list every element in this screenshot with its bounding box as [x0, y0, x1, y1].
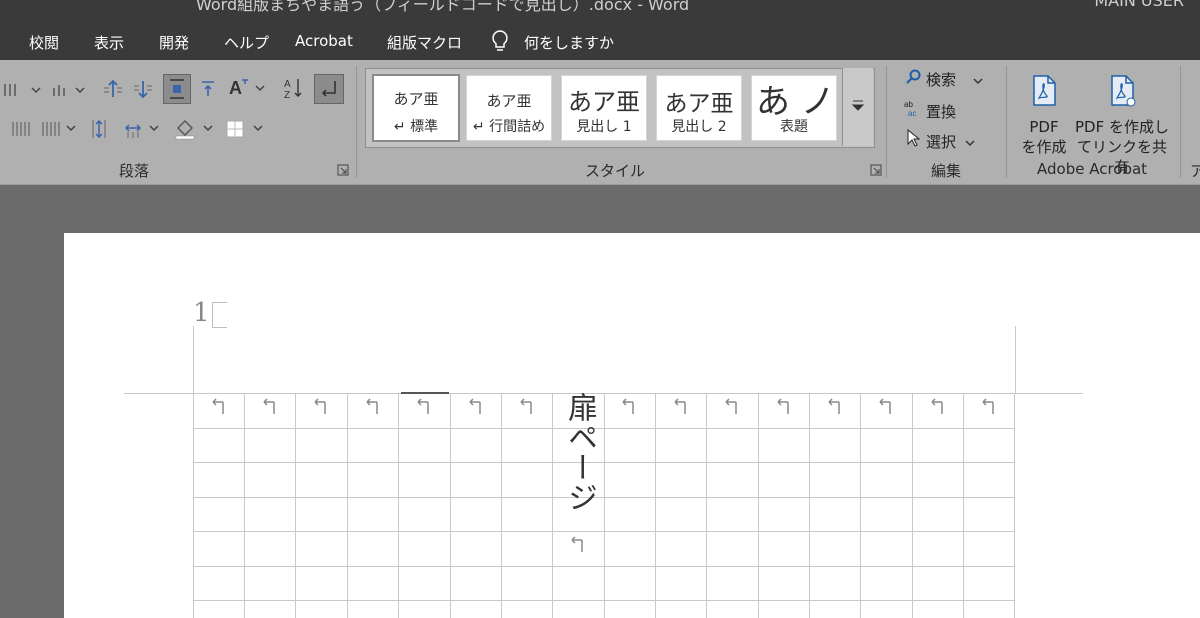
window-title: Word組版まちやま語う（フィールドコードで見出し）.docx - Word: [196, 0, 690, 14]
shading-icon[interactable]: [174, 118, 218, 140]
style-no-spacing[interactable]: あア亜 ↵ 行間詰め: [466, 75, 552, 141]
borders-icon[interactable]: [224, 118, 268, 140]
indent-icon[interactable]: [122, 118, 164, 140]
tab-typesetting-macro[interactable]: 組版マクロ: [387, 32, 462, 53]
line-spacing-down-icon[interactable]: [132, 78, 154, 100]
paragraph-mark-icon: [417, 398, 429, 414]
paragraph-mark-icon: [879, 398, 891, 414]
find-label: 検索: [926, 71, 957, 89]
svg-text:ac: ac: [908, 109, 916, 117]
paragraph-mark-icon: [931, 398, 943, 414]
paragraph-mark-icon: [674, 398, 686, 414]
group-label-overflow: ア: [1190, 162, 1200, 180]
style-name: 表題: [780, 119, 808, 135]
share-pdf-label-1: PDF を作成し: [1075, 118, 1169, 136]
group-separator: [356, 66, 357, 178]
replace-icon: ab ac: [904, 99, 922, 121]
sort-icon[interactable]: AZ: [283, 76, 305, 100]
tab-review[interactable]: 校閲: [29, 32, 59, 53]
chevron-down-icon[interactable]: [965, 133, 975, 151]
paragraph-mark-icon: [571, 536, 583, 552]
align-top-icon[interactable]: [198, 78, 218, 100]
paragraph-mark-icon: [777, 398, 789, 414]
ribbon-tabs: 校閲 表示 開発 ヘルプ Acrobat 組版マクロ 何をしますか: [0, 22, 1200, 60]
replace-button[interactable]: ab ac 置換: [904, 99, 956, 122]
style-heading-1[interactable]: あア亜 見出し 1: [561, 75, 647, 141]
svg-text:A: A: [229, 78, 242, 98]
style-heading-2[interactable]: あア亜 見出し 2: [656, 75, 742, 141]
group-separator: [886, 66, 887, 178]
paragraph-mark-icon: [314, 398, 326, 414]
group-label-paragraph: 段落: [119, 162, 150, 180]
search-icon: [904, 69, 922, 89]
paragraph-mark-icon: [469, 398, 481, 414]
chevron-down-icon[interactable]: [973, 71, 983, 89]
paragraph-mark-icon: [263, 398, 275, 414]
tab-acrobat[interactable]: Acrobat: [295, 32, 353, 50]
paragraph-mark-icon: [982, 398, 994, 414]
style-name: ↵ 標準: [393, 119, 439, 135]
group-label-styles: スタイル: [585, 162, 646, 180]
tab-view[interactable]: 表示: [94, 32, 124, 53]
paragraph-mark-icon: [212, 398, 224, 414]
tell-me-search[interactable]: 何をしますか: [524, 32, 614, 53]
replace-label: 置換: [926, 103, 957, 121]
paragraph-mark-icon: [725, 398, 737, 414]
paragraph-mark-icon: [366, 398, 378, 414]
pdf-share-icon: [1072, 74, 1172, 113]
vertical-title-text[interactable]: 扉ページ: [555, 392, 599, 512]
justify-columns-icon[interactable]: [40, 120, 80, 138]
text-direction-icon[interactable]: A: [228, 76, 268, 100]
paragraph-mark-icon: [828, 398, 840, 414]
lightbulb-icon[interactable]: [490, 29, 510, 57]
group-label-acrobat: Adobe Acrobat: [1037, 160, 1148, 178]
svg-text:ab: ab: [904, 100, 913, 109]
paragraph-mark-icon: [520, 398, 532, 414]
title-bar: Word組版まちやま語う（フィールドコードで見出し）.docx - Word M…: [0, 0, 1200, 22]
user-name[interactable]: MAIN USER: [1094, 0, 1184, 10]
line-spacing-up-icon[interactable]: [102, 78, 124, 100]
styles-launcher-icon[interactable]: [870, 164, 882, 176]
paragraph-mark-icon: [622, 398, 634, 414]
styles-more-button[interactable]: [842, 68, 873, 146]
vertical-text-icon[interactable]: [2, 80, 46, 100]
align-center-vertical-icon[interactable]: [163, 74, 191, 104]
header-marker: [212, 302, 227, 328]
page-number: 1: [193, 298, 210, 328]
style-sample: あア亜: [664, 91, 734, 117]
svg-text:Z: Z: [284, 90, 290, 100]
create-pdf-label-2: を作成: [1021, 138, 1067, 156]
create-pdf-label-1: PDF: [1029, 118, 1059, 136]
group-separator: [1180, 66, 1181, 178]
svg-text:A: A: [284, 79, 291, 90]
style-name: ↵ 行間詰め: [472, 119, 546, 135]
style-sample: あア亜: [393, 90, 439, 108]
style-sample: あア亜: [568, 88, 640, 116]
manuscript-grid: [193, 393, 1015, 618]
column-spacing-icon[interactable]: [88, 118, 110, 140]
select-button[interactable]: 選択: [904, 128, 975, 152]
style-title[interactable]: あ ノ 表題: [751, 75, 837, 141]
tab-help[interactable]: ヘルプ: [224, 32, 269, 53]
find-button[interactable]: 検索: [904, 69, 983, 90]
paragraph-launcher-icon[interactable]: [337, 164, 349, 176]
cursor-icon: [904, 128, 922, 151]
margin-guide: [193, 326, 194, 394]
select-label: 選択: [926, 133, 957, 151]
style-normal[interactable]: あア亜 ↵ 標準: [372, 74, 460, 142]
distributed-icon[interactable]: [10, 120, 34, 138]
style-name: 見出し 1: [576, 119, 632, 135]
margin-guide: [1015, 326, 1016, 394]
tab-developer[interactable]: 開発: [159, 32, 189, 53]
style-sample: あア亜: [486, 92, 532, 110]
styles-gallery: あア亜 ↵ 標準 あア亜 ↵ 行間詰め あア亜 見出し 1 あア亜 見出し 2 …: [365, 68, 875, 148]
group-label-editing: 編集: [931, 162, 962, 180]
list-direction-icon[interactable]: [50, 80, 90, 100]
show-marks-icon[interactable]: [314, 74, 344, 104]
style-name: 見出し 2: [671, 119, 727, 135]
